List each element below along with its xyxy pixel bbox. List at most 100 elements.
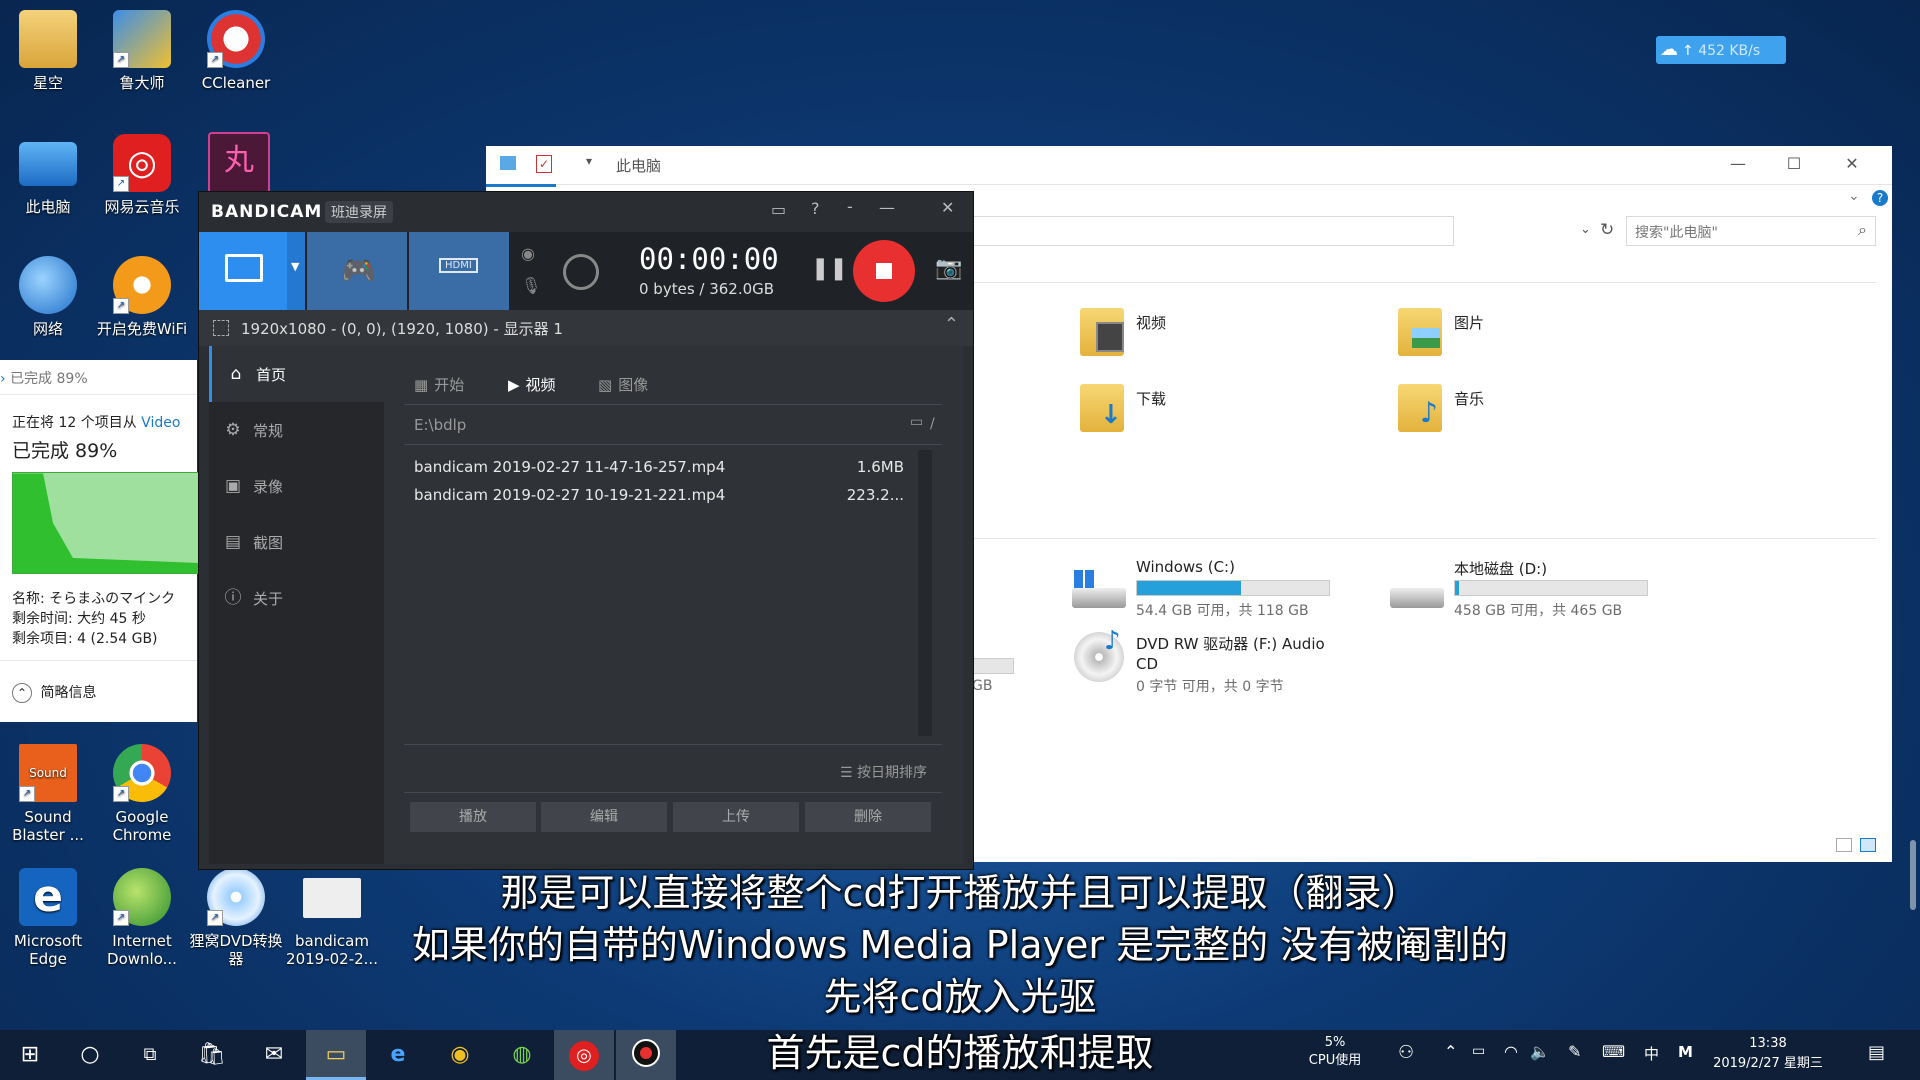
hdmi-mode-button[interactable]: HDMI [409,232,509,310]
music-note-icon: ♪ [1420,396,1438,429]
address-bar[interactable] [972,216,1454,246]
file-size: 1.6MB [856,458,904,476]
sidebar-item-screenshot[interactable]: ▤ 截图 [209,514,384,570]
close-icon[interactable]: ✕ [941,198,954,217]
play-button[interactable]: 播放 [410,802,536,832]
folder-label-downloads[interactable]: 下载 [1136,388,1166,409]
progress-graph [12,472,200,574]
record-button[interactable] [853,240,915,302]
image-icon: ▤ [224,532,242,552]
path-separator: / [930,416,935,432]
edit-button[interactable]: 编辑 [541,802,667,832]
upload-button[interactable]: 上传 [673,802,799,832]
desktop-icon-sound-blaster[interactable]: Sound ↗ Sound Blaster ... [0,744,96,844]
webcam-overlay-icon[interactable]: ◉ [521,244,535,263]
windows-drive-icon[interactable] [1072,570,1126,610]
desktop-icon-google-chrome[interactable]: ↗ Google Chrome [94,744,190,844]
music-folder-icon[interactable]: ♪ [1398,384,1442,432]
shortcut-arrow-icon: ↗ [113,176,129,192]
landscape-icon [1412,328,1440,348]
sidebar-item-about[interactable]: ⓘ 关于 [209,570,384,626]
folder-label-pictures[interactable]: 图片 [1454,312,1484,333]
progress-graph-shape [13,473,199,573]
netease-music-icon: ◎ ↗ [113,134,171,192]
less-details-label: 简略信息 [40,685,97,701]
game-mode-button[interactable]: 🎮 [307,232,407,310]
computer-icon [19,142,77,186]
drive-f-name[interactable]: DVD RW 驱动器 (F:) Audio CD [1136,634,1336,674]
file-row[interactable]: bandicam 2019-02-27 10-19-21-221.mp4 223… [414,486,904,504]
drive-d-usage-fill [1455,581,1459,595]
progress-source-link[interactable]: Video [141,415,180,431]
desktop-icon-xingkong[interactable]: 星空 [0,10,96,92]
minimize-button[interactable]: — [1710,146,1766,184]
folder-label-video[interactable]: 视频 [1136,312,1166,333]
quick-access-dropdown-icon[interactable]: ▾ [586,154,592,168]
search-input[interactable]: 搜索"此电脑" [1635,222,1718,242]
less-details-button[interactable]: ⌃ 简略信息 [12,682,96,703]
quick-access-check-icon[interactable]: ✓ [536,155,552,173]
shortcut-arrow-icon: ↗ [113,786,129,802]
tab-start[interactable]: ▦ 开始 [414,374,464,395]
refresh-icon[interactable]: ↻ [1600,220,1614,240]
dvd-drive-icon[interactable]: ♪ [1074,626,1124,682]
open-folder-icon[interactable]: ▭ [910,414,923,430]
desktop-icon-label: Sound Blaster ... [12,808,84,844]
address-dropdown-icon[interactable]: ⌄ [1580,222,1591,237]
pictures-folder-icon[interactable] [1398,308,1442,356]
drive-d-name[interactable]: 本地磁盘 (D:) [1454,558,1547,579]
pause-icon[interactable]: ❚❚ [811,256,848,281]
details-view-icon[interactable] [1836,838,1852,852]
home-icon: ⌂ [230,364,242,384]
webcam-icon[interactable] [563,254,599,290]
maximize-button[interactable]: ☐ [1766,146,1822,184]
hdmi-icon: HDMI [439,258,478,273]
desktop-icon-network[interactable]: 网络 [0,256,96,338]
sidebar-item-home[interactable]: ⌂ 首页 [209,346,387,402]
delete-button[interactable]: 删除 [805,802,931,832]
tab-image[interactable]: ▧ 图像 [598,374,648,395]
help-icon[interactable]: ? [811,199,820,218]
file-row[interactable]: bandicam 2019-02-27 11-47-16-257.mp4 1.6… [414,458,904,476]
timer: 00:00:00 [639,242,779,276]
folder-label-music[interactable]: 音乐 [1454,388,1484,409]
desktop-icon-this-pc[interactable]: 此电脑 [0,134,96,216]
collapse-chevron-icon[interactable]: ⌃ [944,314,959,335]
minimize-icon[interactable]: — [879,198,895,217]
net-speed-widget[interactable]: ☁ ↑ 452 KB/s [1656,36,1786,64]
help-icon[interactable]: ? [1872,190,1888,206]
video-folder-icon[interactable] [1080,308,1124,356]
hard-drive-d-icon[interactable] [1390,588,1444,608]
desktop-icon-ccleaner[interactable]: ↗ CCleaner [188,10,284,92]
drive-c-name[interactable]: Windows (C:) [1136,558,1235,576]
desktop-icon-label: 开启免费WiFi [96,320,188,338]
upload-arrow-icon: ↑ [1682,43,1694,59]
net-speed-text: 452 KB/s [1698,43,1761,59]
sort-by-date-button[interactable]: ☰ 按日期排序 [840,762,927,782]
large-icons-view-icon[interactable] [1860,838,1876,852]
tab-video[interactable]: ▶ 视频 [508,374,556,395]
file-list-scrollbar[interactable] [918,450,932,736]
downloads-folder-icon[interactable]: ↓ [1080,384,1124,432]
screen-mode-dropdown[interactable]: ▼ [287,232,305,310]
sidebar-item-general[interactable]: ⚙ 常规 [209,402,384,458]
microphone-icon[interactable]: 🎙 [521,276,541,295]
screenshot-camera-icon[interactable]: 📷 [935,256,962,281]
sidebar-item-video[interactable]: ▣ 录像 [209,458,384,514]
stop-icon [876,263,892,279]
mini-mode-icon[interactable]: - [847,197,853,216]
capture-area-bar[interactable]: 1920x1080 - (0, 0), (1920, 1080) - 显示器 1… [199,310,973,346]
desktop-icon-font-tool[interactable]: 丸 [208,132,270,194]
desktop-icon-ludashi[interactable]: ↗ 鲁大师 [94,10,190,92]
search-box[interactable]: 搜索"此电脑" ⌕ [1626,216,1876,246]
progress-divider [0,394,197,395]
record-size: 0 bytes / 362.0GB [639,280,775,298]
ribbon-expand-icon[interactable]: ⌄ [1848,188,1860,204]
music-note-icon: ♪ [1104,626,1121,656]
close-button[interactable]: ✕ [1824,146,1880,184]
desktop-icon-netease-music[interactable]: ◎ ↗ 网易云音乐 [94,134,190,216]
desktop-icon-label: 鲁大师 [119,74,165,92]
folder-icon[interactable]: ▭ [771,200,786,219]
screen-mode-button[interactable] [199,232,287,310]
desktop-icon-free-wifi[interactable]: ↗ 开启免费WiFi [94,256,190,338]
